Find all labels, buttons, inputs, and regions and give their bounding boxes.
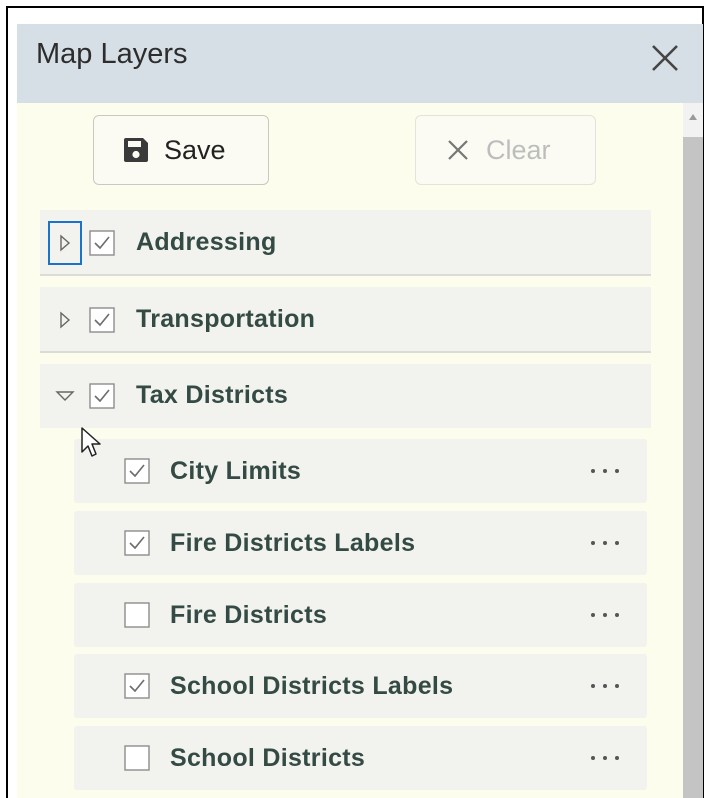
x-icon (448, 140, 468, 160)
scroll-up-arrow-icon[interactable] (688, 113, 698, 121)
save-button-label: Save (164, 134, 226, 165)
checkbox-transportation[interactable] (89, 307, 115, 333)
vertical-scrollbar[interactable] (683, 103, 703, 798)
clear-button-label: Clear (486, 134, 551, 165)
clear-button[interactable]: Clear (415, 115, 596, 185)
more-options-icon (591, 469, 619, 473)
layer-group-transportation: Transportation (40, 287, 651, 353)
panel-title: Map Layers (36, 38, 188, 70)
layer-options-button[interactable] (587, 601, 623, 629)
layer-group-label: Addressing (136, 228, 277, 256)
more-options-icon (591, 684, 619, 688)
checkbox-city-limits[interactable] (124, 458, 150, 484)
expand-toggle-transportation[interactable] (48, 298, 82, 342)
layer-group-label: Tax Districts (136, 381, 289, 409)
checkbox-addressing[interactable] (89, 230, 115, 256)
layer-group-tax-districts: Tax Districts (40, 364, 651, 428)
more-options-icon (591, 613, 619, 617)
layer-group-addressing: Addressing (40, 210, 651, 276)
layer-row-fire-districts: Fire Districts (74, 583, 647, 647)
checkbox-fire-districts[interactable] (124, 602, 150, 628)
layer-group-label: Transportation (136, 305, 316, 333)
panel-header: Map Layers (17, 24, 703, 103)
save-button[interactable]: Save (93, 115, 269, 185)
layer-options-button[interactable] (587, 529, 623, 557)
layer-row-school-districts: School Districts (74, 726, 647, 790)
scrollbar-thumb[interactable] (683, 137, 703, 798)
checkbox-school-districts[interactable] (124, 745, 150, 771)
checkbox-fire-districts-labels[interactable] (124, 530, 150, 556)
layer-label: City Limits (170, 457, 302, 485)
mouse-pointer-icon (81, 427, 101, 457)
close-icon (652, 45, 678, 71)
layer-options-button[interactable] (587, 672, 623, 700)
checkbox-tax-districts[interactable] (89, 383, 115, 409)
collapse-toggle-tax-districts[interactable] (48, 374, 82, 418)
layer-label: Fire Districts Labels (170, 529, 416, 557)
floppy-disk-icon (124, 138, 148, 162)
expand-caret-right-icon (60, 234, 71, 252)
layer-options-button[interactable] (587, 744, 623, 772)
expand-caret-down-icon (55, 391, 75, 401)
layer-options-button[interactable] (587, 457, 623, 485)
more-options-icon (591, 756, 619, 760)
more-options-icon (591, 541, 619, 545)
map-layers-panel: Map Layers Save Clear Addressing Transpo… (17, 24, 703, 798)
layer-row-city-limits: City Limits (74, 439, 647, 503)
layer-label: Fire Districts (170, 601, 328, 629)
expand-caret-right-icon (60, 311, 71, 329)
layer-row-fire-districts-labels: Fire Districts Labels (74, 511, 647, 575)
expand-toggle-addressing[interactable] (48, 221, 82, 265)
layer-label: School Districts (170, 744, 366, 772)
checkbox-school-districts-labels[interactable] (124, 673, 150, 699)
close-button[interactable] (643, 36, 687, 80)
layer-label: School Districts Labels (170, 672, 454, 700)
layer-row-school-districts-labels: School Districts Labels (74, 654, 647, 718)
